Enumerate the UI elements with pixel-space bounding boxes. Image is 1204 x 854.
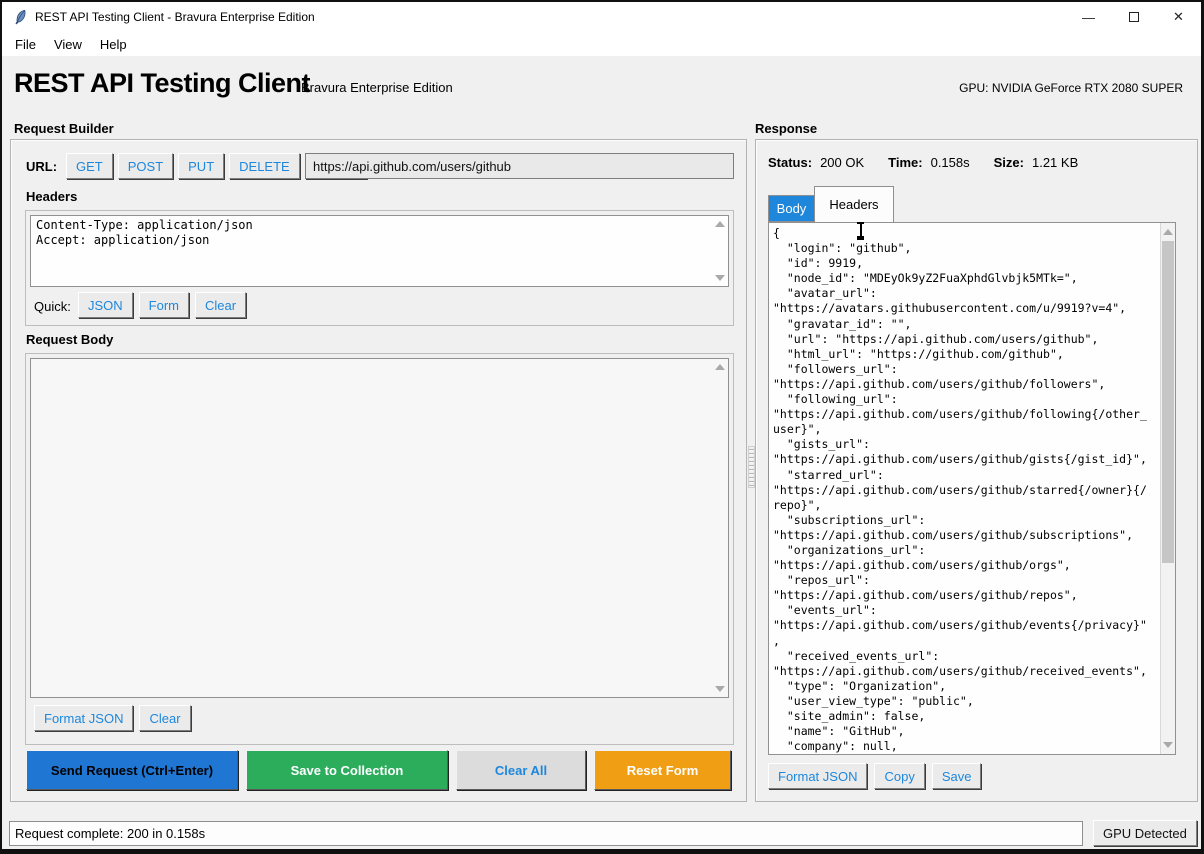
scroll-down-icon[interactable] xyxy=(715,275,725,281)
response-title: Response xyxy=(755,121,817,136)
response-body-text: { "login": "github", "id": 9919, "node_i… xyxy=(773,226,1159,754)
response-copy-button[interactable]: Copy xyxy=(874,763,924,789)
quick-form-button[interactable]: Form xyxy=(139,292,189,318)
panel-splitter-handle[interactable] xyxy=(748,446,755,488)
action-button-row: Send Request (Ctrl+Enter) Save to Collec… xyxy=(26,750,733,792)
body-toolbar: Format JSON Clear xyxy=(34,705,191,731)
response-panel: Status: 200 OK Time: 0.158s Size: 1.21 K… xyxy=(755,139,1198,802)
quick-json-button[interactable]: JSON xyxy=(78,292,133,318)
size-value: 1.21 KB xyxy=(1032,155,1078,170)
menu-bar: File View Help xyxy=(2,32,1201,56)
url-label: URL: xyxy=(26,159,57,174)
edition-subtitle: Bravura Enterprise Edition xyxy=(301,80,453,95)
size-label: Size: xyxy=(994,155,1024,170)
request-body-group: Format JSON Clear xyxy=(25,353,734,745)
response-format-json-button[interactable]: Format JSON xyxy=(768,763,867,789)
page-title: REST API Testing Client xyxy=(14,68,310,99)
response-save-button[interactable]: Save xyxy=(932,763,982,789)
method-get-button[interactable]: GET xyxy=(66,153,113,179)
maximize-button[interactable] xyxy=(1111,2,1156,32)
app-header: REST API Testing Client Bravura Enterpri… xyxy=(2,56,1201,114)
gpu-detected-button[interactable]: GPU Detected xyxy=(1093,820,1197,846)
url-input[interactable] xyxy=(305,153,734,179)
request-builder-title: Request Builder xyxy=(14,121,114,136)
headers-text: Content-Type: application/json Accept: a… xyxy=(36,218,253,248)
menu-help[interactable]: Help xyxy=(91,35,136,54)
scroll-down-icon[interactable] xyxy=(1163,742,1173,748)
method-put-button[interactable]: PUT xyxy=(178,153,224,179)
reset-form-button[interactable]: Reset Form xyxy=(594,750,731,790)
clear-all-button[interactable]: Clear All xyxy=(456,750,586,790)
time-value: 0.158s xyxy=(931,155,970,170)
scroll-down-icon[interactable] xyxy=(715,686,725,692)
scroll-up-icon[interactable] xyxy=(715,364,725,370)
scrollbar-thumb[interactable] xyxy=(1162,241,1174,563)
scroll-up-icon[interactable] xyxy=(1163,229,1173,235)
minimize-icon: — xyxy=(1082,10,1095,25)
close-icon: ✕ xyxy=(1173,9,1184,25)
request-builder-panel: URL: GET POST PUT DELETE PATCH Headers C… xyxy=(10,139,747,802)
request-body-textarea[interactable] xyxy=(30,358,729,698)
send-request-button[interactable]: Send Request (Ctrl+Enter) xyxy=(26,750,238,790)
tab-body[interactable]: Body xyxy=(768,195,815,222)
response-body-area[interactable]: { "login": "github", "id": 9919, "node_i… xyxy=(768,222,1176,755)
maximize-icon xyxy=(1129,12,1139,22)
gpu-label: GPU: NVIDIA GeForce RTX 2080 SUPER xyxy=(959,81,1183,95)
headers-textarea[interactable]: Content-Type: application/json Accept: a… xyxy=(30,215,729,287)
title-bar: REST API Testing Client - Bravura Enterp… xyxy=(2,2,1201,32)
status-value: 200 OK xyxy=(820,155,864,170)
quick-clear-button[interactable]: Clear xyxy=(195,292,246,318)
clear-body-button[interactable]: Clear xyxy=(139,705,190,731)
method-delete-button[interactable]: DELETE xyxy=(229,153,300,179)
time-label: Time: xyxy=(888,155,922,170)
app-window: REST API Testing Client - Bravura Enterp… xyxy=(0,0,1204,854)
response-toolbar: Format JSON Copy Save xyxy=(768,763,981,789)
menu-file[interactable]: File xyxy=(6,35,45,54)
save-to-collection-button[interactable]: Save to Collection xyxy=(246,750,448,790)
quick-label: Quick: xyxy=(34,299,71,314)
format-json-button[interactable]: Format JSON xyxy=(34,705,133,731)
ibeam-cursor xyxy=(855,222,866,240)
menu-view[interactable]: View xyxy=(45,35,91,54)
response-status-row: Status: 200 OK Time: 0.158s Size: 1.21 K… xyxy=(768,155,1078,170)
feather-app-icon xyxy=(14,9,27,25)
headers-label: Headers xyxy=(26,189,77,204)
response-scrollbar[interactable] xyxy=(1160,223,1175,754)
status-bar-message: Request complete: 200 in 0.158s xyxy=(9,821,1083,846)
quick-buttons: JSON Form Clear xyxy=(78,292,246,318)
close-button[interactable]: ✕ xyxy=(1156,2,1201,32)
window-title: REST API Testing Client - Bravura Enterp… xyxy=(35,10,315,24)
request-body-label: Request Body xyxy=(26,332,113,347)
minimize-button[interactable]: — xyxy=(1066,2,1111,32)
method-post-button[interactable]: POST xyxy=(118,153,173,179)
scroll-up-icon[interactable] xyxy=(715,221,725,227)
status-label: Status: xyxy=(768,155,812,170)
tab-headers[interactable]: Headers xyxy=(814,186,894,222)
headers-group: Content-Type: application/json Accept: a… xyxy=(25,210,734,326)
